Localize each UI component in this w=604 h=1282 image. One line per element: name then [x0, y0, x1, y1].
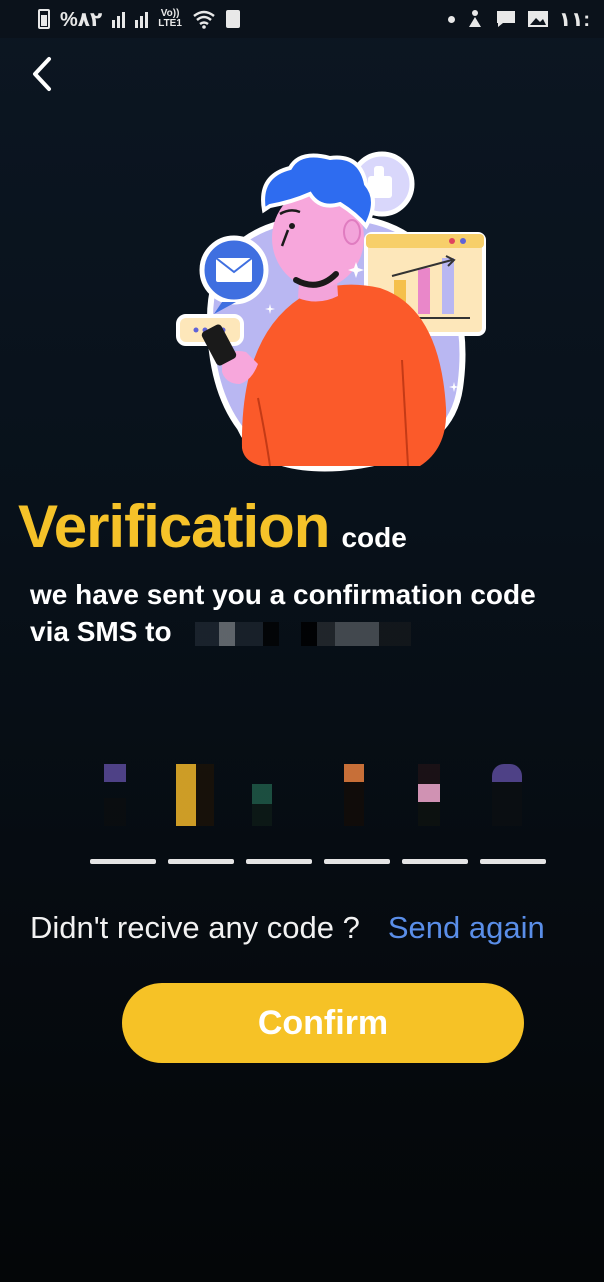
code-digit-box-2[interactable] [168, 760, 234, 864]
signal-icon-2 [135, 10, 149, 28]
message-line-2-row: via SMS to [30, 613, 590, 650]
network-label: LTE1 [158, 18, 182, 29]
code-underline-4 [324, 859, 390, 864]
battery-percent: %۸۲ [60, 8, 103, 31]
notification-dot-icon [447, 15, 455, 23]
code-underline-2 [168, 859, 234, 864]
code-underline-3 [246, 859, 312, 864]
code-digit-box-3[interactable] [246, 760, 312, 864]
chevron-left-icon [33, 57, 51, 91]
confirm-button[interactable]: Confirm [122, 983, 524, 1063]
status-bar: %۸۲ Vo)) LTE1 ۱۱: [0, 0, 604, 38]
confirmation-message: we have sent you a confirmation code via… [30, 576, 590, 650]
page-title: Verification [18, 493, 330, 560]
message-line-2: via SMS to [30, 616, 172, 647]
obscured-digit-2 [176, 764, 214, 826]
volte-icon: Vo)) LTE1 [158, 9, 182, 29]
page-title-suffix: code [341, 522, 407, 553]
recycle-icon [225, 10, 240, 28]
code-underline-6 [480, 859, 546, 864]
obscured-digit-5 [418, 764, 440, 826]
obscured-digit-4 [344, 764, 364, 826]
status-right: ۱۱: [447, 7, 590, 32]
battery-icon [38, 9, 50, 29]
obscured-digit-6 [492, 764, 522, 826]
code-digit-box-4[interactable] [324, 760, 390, 864]
masked-phone-number [179, 621, 412, 646]
status-left: %۸۲ Vo)) LTE1 [38, 7, 240, 32]
code-digit-box-6[interactable] [480, 760, 546, 864]
message-icon [496, 11, 515, 27]
wifi-icon [193, 10, 215, 29]
obscured-digit-3 [252, 764, 272, 826]
code-underline-5 [402, 859, 468, 864]
code-digit-box-1[interactable] [90, 760, 156, 864]
resend-prompt: Didn't recive any code ? [30, 910, 360, 945]
code-digit-box-5[interactable] [402, 760, 468, 864]
code-input[interactable] [90, 760, 546, 870]
image-icon [527, 11, 548, 27]
back-button[interactable] [22, 52, 62, 96]
title-row: Verification code [18, 492, 407, 561]
verification-illustration [176, 151, 486, 472]
clock: ۱۱: [558, 8, 590, 31]
resend-row: Didn't recive any code ? Send again [30, 910, 590, 946]
obscured-digit-1 [104, 764, 126, 826]
message-line-1: we have sent you a confirmation code [30, 579, 536, 610]
send-again-link[interactable]: Send again [388, 910, 545, 946]
signal-icon [112, 10, 126, 28]
code-underline-1 [90, 859, 156, 864]
accessibility-icon [468, 10, 481, 27]
